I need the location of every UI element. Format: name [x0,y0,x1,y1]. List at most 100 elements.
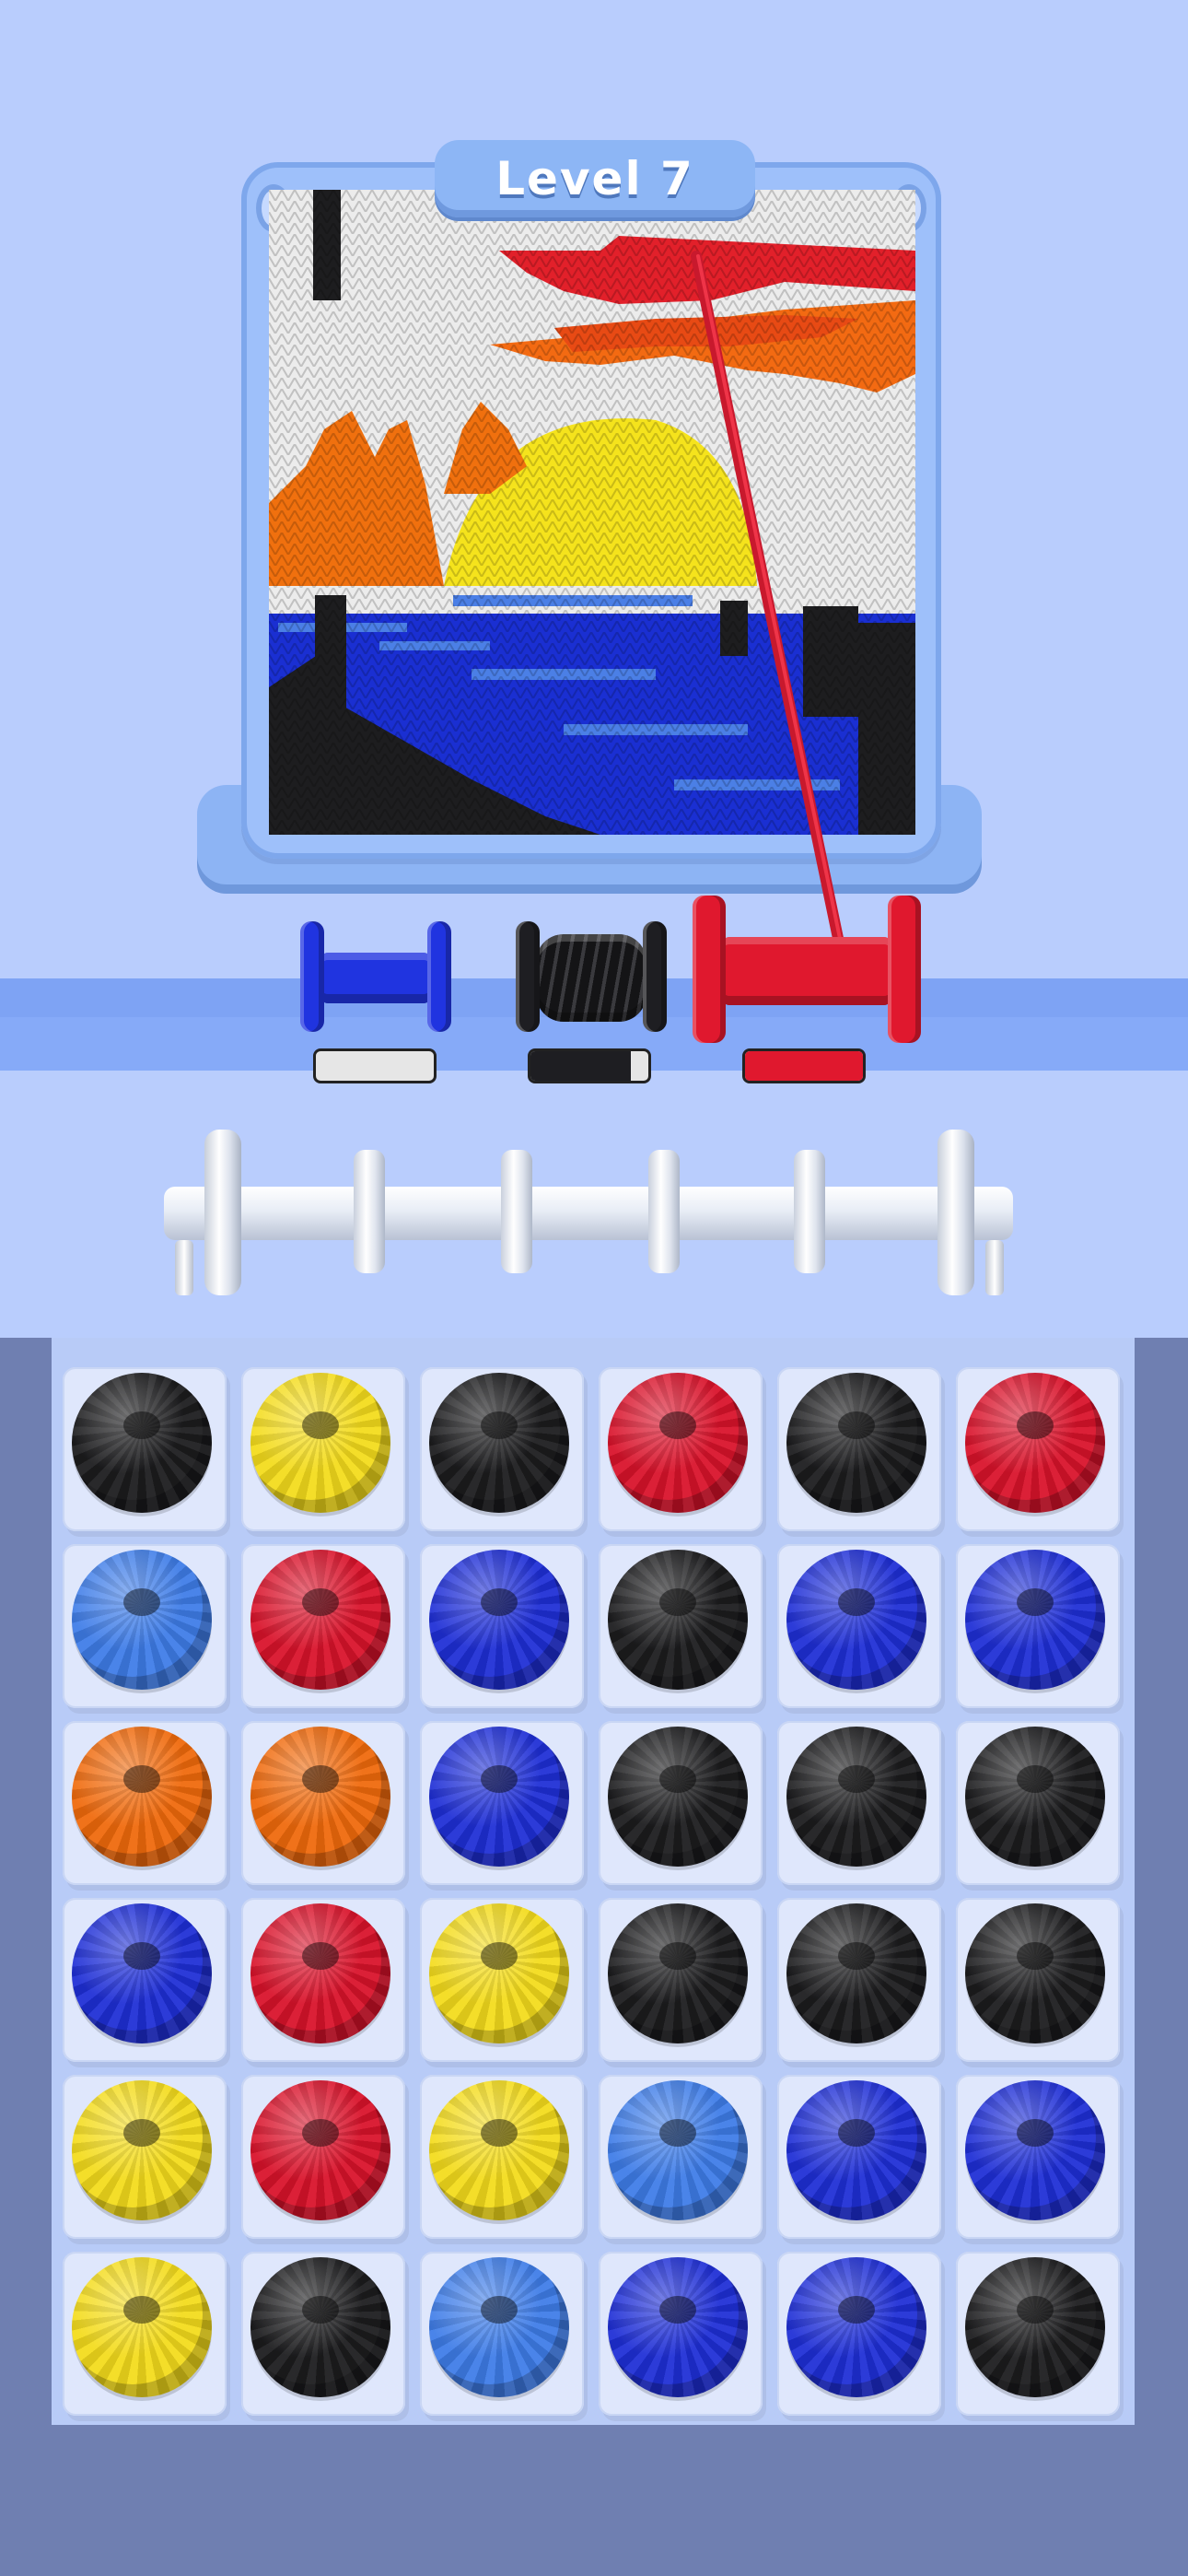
blue-spool[interactable] [300,921,451,1032]
red-spool[interactable] [693,896,921,1043]
lightblue-yarn-ball[interactable] [72,1550,212,1690]
grid-cell[interactable] [956,1898,1120,2062]
grid-cell[interactable] [63,1544,227,1708]
black-yarn-ball[interactable] [608,1550,748,1690]
blue-yarn-ball[interactable] [72,1903,212,2043]
blue-yarn-ball[interactable] [965,2080,1105,2220]
black-spool-progress-bar [528,1048,651,1083]
blue-yarn-ball[interactable] [786,2080,926,2220]
grid-cell[interactable] [63,1721,227,1885]
yarn-hole [123,2296,160,2324]
grid-cell[interactable] [241,1898,405,2062]
blue-yarn-ball[interactable] [965,1550,1105,1690]
grid-cell[interactable] [956,1721,1120,1885]
yarn-hole [659,1411,696,1439]
yarn-texture [250,2257,390,2397]
yarn-texture [965,1550,1105,1690]
red-yarn-ball[interactable] [250,1903,390,2043]
grid-cell[interactable] [241,2075,405,2239]
black-yarn-ball[interactable] [608,1727,748,1867]
red-yarn-ball[interactable] [608,1373,748,1513]
grid-cell[interactable] [241,1544,405,1708]
black-yarn-ball[interactable] [965,1727,1105,1867]
grid-cell[interactable] [420,1898,584,2062]
grid-cell[interactable] [63,2075,227,2239]
yarn-texture [786,2257,926,2397]
grid-cell[interactable] [777,1367,941,1531]
grid-cell[interactable] [777,1898,941,2062]
black-yarn-ball[interactable] [786,1727,926,1867]
grid-cell[interactable] [777,2252,941,2416]
yarn-hole [1017,1765,1054,1793]
yellow-yarn-ball[interactable] [250,1373,390,1513]
lightblue-yarn-ball[interactable] [608,2080,748,2220]
grid-cell[interactable] [63,1898,227,2062]
blue-yarn-ball[interactable] [786,1550,926,1690]
grid-cell[interactable] [241,1721,405,1885]
yellow-yarn-ball[interactable] [429,2080,569,2220]
blue-yarn-ball[interactable] [608,2257,748,2397]
grid-cell[interactable] [420,2075,584,2239]
grid-cell[interactable] [420,1721,584,1885]
grid-cell[interactable] [777,2075,941,2239]
grid-cell[interactable] [599,1367,763,1531]
grid-cell[interactable] [420,1544,584,1708]
rod-slot-divider [354,1150,385,1273]
grid-cell[interactable] [420,2252,584,2416]
yarn-texture [965,1903,1105,2043]
yarn-texture [786,1550,926,1690]
grid-cell[interactable] [599,1721,763,1885]
black-spool-flange [643,921,667,1032]
black-yarn-ball[interactable] [72,1373,212,1513]
rod-slot-divider [501,1150,532,1273]
red-yarn-ball[interactable] [965,1373,1105,1513]
black-yarn-ball[interactable] [429,1373,569,1513]
grid-cell[interactable] [241,2252,405,2416]
grid-cell[interactable] [956,2075,1120,2239]
red-yarn-ball[interactable] [250,2080,390,2220]
blue-yarn-ball[interactable] [429,1550,569,1690]
black-spool[interactable] [516,921,667,1032]
yarn-texture [429,2257,569,2397]
grid-cell[interactable] [63,2252,227,2416]
orange-yarn-ball[interactable] [72,1727,212,1867]
yarn-texture [429,1903,569,2043]
lightblue-yarn-ball[interactable] [429,2257,569,2397]
grid-cell[interactable] [420,1367,584,1531]
blue-yarn-ball[interactable] [786,2257,926,2397]
black-yarn-ball[interactable] [965,2257,1105,2397]
yarn-texture [72,1550,212,1690]
yarn-hole [481,1411,518,1439]
grid-cell[interactable] [599,2075,763,2239]
blue-yarn-ball[interactable] [429,1727,569,1867]
rod-slot-divider [794,1150,825,1273]
grid-cell[interactable] [956,1544,1120,1708]
rod-slot-divider [648,1150,680,1273]
grid-cell[interactable] [956,1367,1120,1531]
black-yarn-ball[interactable] [786,1373,926,1513]
yellow-yarn-ball[interactable] [72,2257,212,2397]
grid-cell[interactable] [241,1367,405,1531]
black-yarn-ball[interactable] [965,1903,1105,2043]
grid-cell[interactable] [599,2252,763,2416]
yarn-texture [72,1373,212,1513]
yarn-hole [659,1588,696,1616]
black-yarn-ball[interactable] [608,1903,748,2043]
yellow-yarn-ball[interactable] [72,2080,212,2220]
yarn-texture [72,2080,212,2220]
yarn-texture [965,1373,1105,1513]
black-yarn-ball[interactable] [250,2257,390,2397]
orange-yarn-ball[interactable] [250,1727,390,1867]
red-yarn-ball[interactable] [250,1550,390,1690]
grid-cell[interactable] [956,2252,1120,2416]
black-yarn-ball[interactable] [786,1903,926,2043]
yarn-hole [1017,1942,1054,1970]
yarn-hole [302,1942,339,1970]
grid-cell[interactable] [63,1367,227,1531]
grid-cell[interactable] [599,1898,763,2062]
grid-cell[interactable] [777,1544,941,1708]
rod-leg-left [175,1240,193,1295]
grid-cell[interactable] [777,1721,941,1885]
yellow-yarn-ball[interactable] [429,1903,569,2043]
grid-cell[interactable] [599,1544,763,1708]
